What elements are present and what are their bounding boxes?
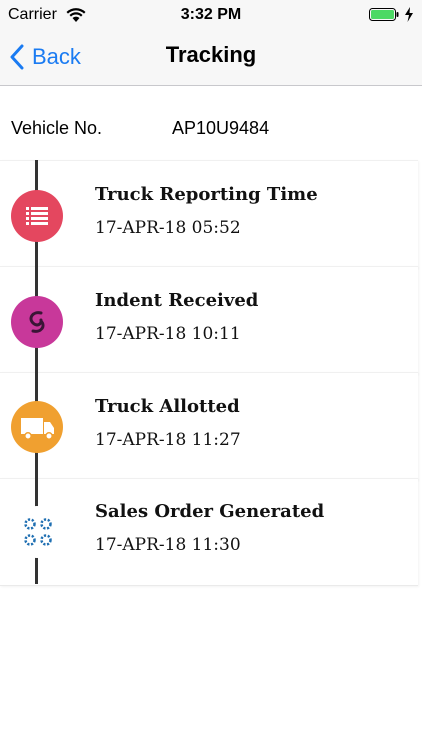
step-time: 17-APR-18 05:52 [95,218,241,238]
step-title: Sales Order Generated [95,501,325,522]
vehicle-number: AP10U9484 [172,118,270,138]
tracking-timeline: Truck Reporting Time 17-APR-18 05:52 Ind… [0,160,422,586]
vehicle-label: Vehicle No. [11,118,103,138]
charging-icon [405,7,413,22]
clock: 3:32 PM [180,6,242,23]
navigation-bar: Back Tracking [0,30,422,86]
truck-icon [11,401,63,453]
swirl-icon [11,296,63,348]
battery-icon [369,8,399,21]
step-time: 17-APR-18 11:27 [95,430,241,450]
list-icon [11,190,63,242]
gears-icon [11,506,63,558]
step-time: 17-APR-18 11:30 [95,535,241,555]
step-title: Truck Allotted [95,396,240,417]
vehicle-row: Vehicle No. AP10U9484 [0,86,422,161]
step-title: Truck Reporting Time [95,184,318,205]
status-bar: Carrier 3:32 PM [0,0,422,30]
step-time: 17-APR-18 10:11 [95,324,241,344]
step-title: Indent Received [95,290,259,311]
page-title: Tracking [165,42,257,67]
